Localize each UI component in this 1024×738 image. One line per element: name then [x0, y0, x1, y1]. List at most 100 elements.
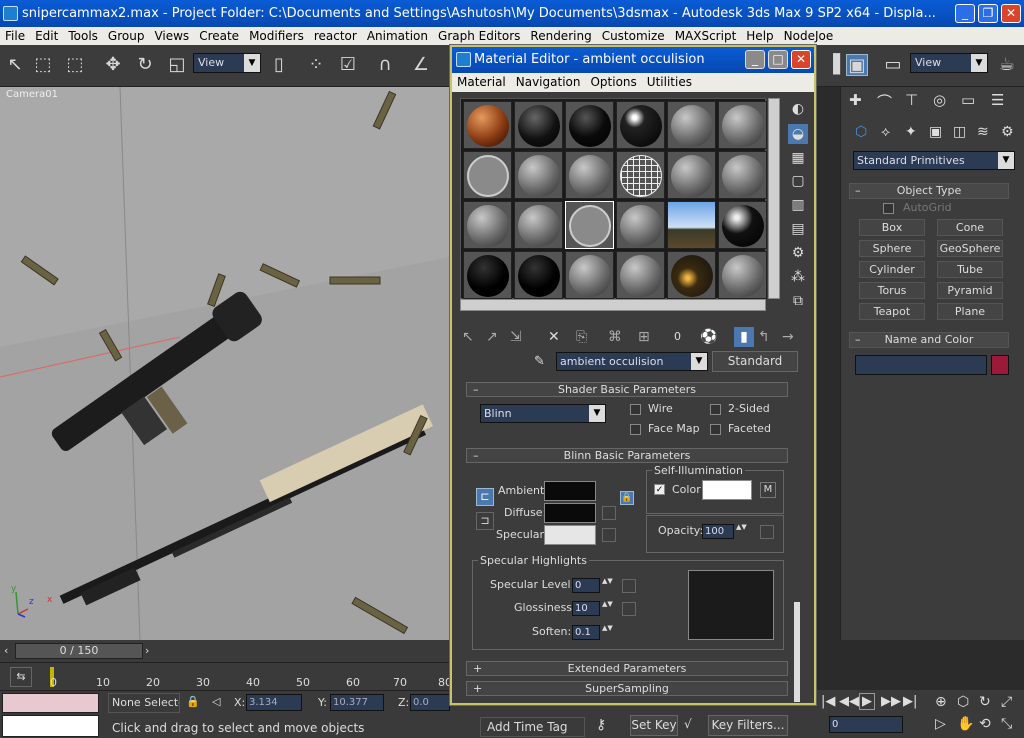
supersampling-rollout[interactable]: + SuperSampling [466, 681, 788, 696]
sample-uv-tiling-icon[interactable]: ▢ [788, 171, 808, 191]
two-sided-checkbox[interactable] [710, 404, 721, 415]
layer-manager-icon[interactable]: ▭ [882, 54, 904, 76]
go-to-parent-icon[interactable]: ↰ [758, 327, 770, 347]
material-sample-slot[interactable] [565, 101, 614, 149]
material-name-dropdown[interactable]: ambient occulision ▼ [556, 352, 708, 371]
close-icon[interactable]: ✕ [1001, 4, 1021, 23]
material-sample-slot[interactable] [463, 201, 512, 249]
material-sample-slot[interactable] [565, 251, 614, 299]
restore-icon[interactable]: ❐ [978, 4, 998, 23]
soften-spinner-icon[interactable]: ▲▼ [602, 625, 613, 640]
get-material-icon[interactable]: ↖ [462, 327, 474, 347]
mirror-icon[interactable]: ▐ [822, 54, 844, 76]
blinn-basic-params-rollout[interactable]: – Blinn Basic Parameters [466, 448, 788, 463]
zoom-all-icon[interactable]: ⬡ [957, 694, 969, 710]
material-sample-slot[interactable] [514, 251, 563, 299]
put-to-scene-icon[interactable]: ↗ [486, 327, 498, 347]
put-to-library-icon[interactable]: ⌘ [608, 327, 622, 347]
show-end-result-icon[interactable]: ▮ [734, 327, 754, 347]
utilities-tab-icon[interactable]: ☰ [991, 91, 1004, 109]
menu-tools[interactable]: Tools [63, 27, 103, 45]
menu-nodejoe[interactable]: NodeJoe [779, 27, 839, 45]
shader-type-dropdown[interactable]: Blinn ▼ [480, 404, 606, 423]
next-key-icon[interactable]: ▶| [903, 694, 917, 709]
tube-button[interactable]: Tube [937, 261, 1003, 278]
prev-key-icon[interactable]: |◀ [821, 694, 835, 709]
assign-to-selection-icon[interactable]: ⇲ [510, 327, 522, 347]
options-icon[interactable]: ⚙ [788, 243, 808, 263]
z-coord-field[interactable]: 0.0 [410, 694, 450, 711]
spacewarps-icon[interactable]: ≋ [977, 124, 989, 140]
menu-maxscript[interactable]: MAXScript [670, 27, 742, 45]
object-type-rollout[interactable]: – Object Type [849, 183, 1009, 199]
specular-level-map-button[interactable] [622, 579, 636, 593]
default-tangent-icon[interactable]: √ [684, 717, 692, 731]
teapot-button[interactable]: Teapot [859, 303, 925, 320]
select-manipulate-icon[interactable]: ⁘ [305, 54, 327, 76]
cylinder-button[interactable]: Cylinder [859, 261, 925, 278]
track-bar[interactable]: ⇆ 0 10 20 30 40 50 60 70 80 [0, 662, 452, 690]
material-sample-slot[interactable] [514, 151, 563, 199]
backlight-icon[interactable]: ◒ [788, 124, 808, 144]
menu-help[interactable]: Help [741, 27, 778, 45]
hierarchy-tab-icon[interactable]: ⊤ [905, 91, 918, 109]
material-sample-slot[interactable] [463, 251, 512, 299]
material-sample-slot[interactable] [616, 251, 665, 299]
orbit-icon[interactable]: ⟲ [979, 716, 991, 732]
menu-file[interactable]: File [0, 27, 30, 45]
create-tab-icon[interactable]: ✚ [849, 91, 862, 109]
reset-map-icon[interactable]: ✕ [548, 327, 560, 347]
go-forward-sibling-icon[interactable]: → [782, 327, 794, 347]
zoom-icon[interactable]: ⊕ [935, 694, 947, 710]
select-object-icon[interactable]: ↖ [4, 54, 26, 76]
make-unique-icon[interactable]: ⎘ [576, 327, 587, 347]
maxscript-input-mini[interactable] [2, 715, 99, 737]
material-sample-slot[interactable] [616, 201, 665, 249]
sample-slots-hscroll[interactable] [460, 299, 766, 311]
me-menu-material[interactable]: Material [452, 73, 511, 92]
effects-channel-value[interactable]: 0 [674, 327, 681, 347]
material-effects-channel-icon[interactable]: ⊞ [638, 327, 650, 347]
autogrid-checkbox[interactable] [883, 203, 894, 214]
checkbox-tool-icon[interactable]: ☑ [337, 54, 359, 76]
pyramid-button[interactable]: Pyramid [937, 282, 1003, 299]
pick-material-icon[interactable]: ✎ [534, 354, 545, 369]
menu-rendering[interactable]: Rendering [525, 27, 596, 45]
angle-snap-icon[interactable]: ∠ [410, 54, 432, 76]
mini-curve-icon[interactable]: ⇆ [10, 667, 32, 687]
menu-create[interactable]: Create [194, 27, 244, 45]
modify-tab-icon[interactable]: ⌒ [877, 91, 892, 112]
sample-type-icon[interactable]: ◐ [788, 99, 808, 119]
material-sample-slot[interactable] [463, 151, 512, 199]
scale-icon[interactable]: ◱ [166, 54, 188, 76]
material-sample-slot[interactable] [616, 151, 665, 199]
specular-level-field[interactable]: 0 [572, 578, 600, 593]
extended-params-rollout[interactable]: + Extended Parameters [466, 661, 788, 676]
ambient-color-swatch[interactable] [544, 481, 596, 501]
wire-checkbox[interactable] [630, 404, 641, 415]
sphere-button[interactable]: Sphere [859, 240, 925, 257]
minimize-icon[interactable]: _ [745, 50, 765, 69]
self-illum-color-checkbox[interactable]: ✓ [654, 484, 665, 495]
material-sample-slot[interactable] [667, 201, 716, 249]
menu-edit[interactable]: Edit [30, 27, 63, 45]
time-slider[interactable]: 0 / 150 [15, 643, 143, 659]
menu-graph-editors[interactable]: Graph Editors [433, 27, 525, 45]
make-preview-icon[interactable]: ▤ [788, 219, 808, 239]
material-sample-slot[interactable] [565, 201, 614, 249]
move-icon[interactable]: ✥ [102, 54, 124, 76]
background-icon[interactable]: ▦ [788, 148, 808, 168]
play-icon[interactable]: ▶ [859, 693, 875, 710]
video-color-check-icon[interactable]: ▥ [788, 195, 808, 215]
params-scrollbar[interactable] [794, 602, 800, 702]
torus-button[interactable]: Torus [859, 282, 925, 299]
region-zoom-icon[interactable]: ⤡ [1001, 716, 1012, 732]
menu-group[interactable]: Group [103, 27, 150, 45]
material-sample-slot[interactable] [718, 201, 767, 249]
shapes-icon[interactable]: ⟡ [881, 124, 890, 140]
geosphere-button[interactable]: GeoSphere [937, 240, 1003, 257]
lock-icon[interactable]: 🔒 [620, 491, 634, 505]
object-name-field[interactable] [855, 355, 987, 375]
cone-button[interactable]: Cone [937, 219, 1003, 236]
minimize-icon[interactable]: _ [955, 4, 975, 23]
